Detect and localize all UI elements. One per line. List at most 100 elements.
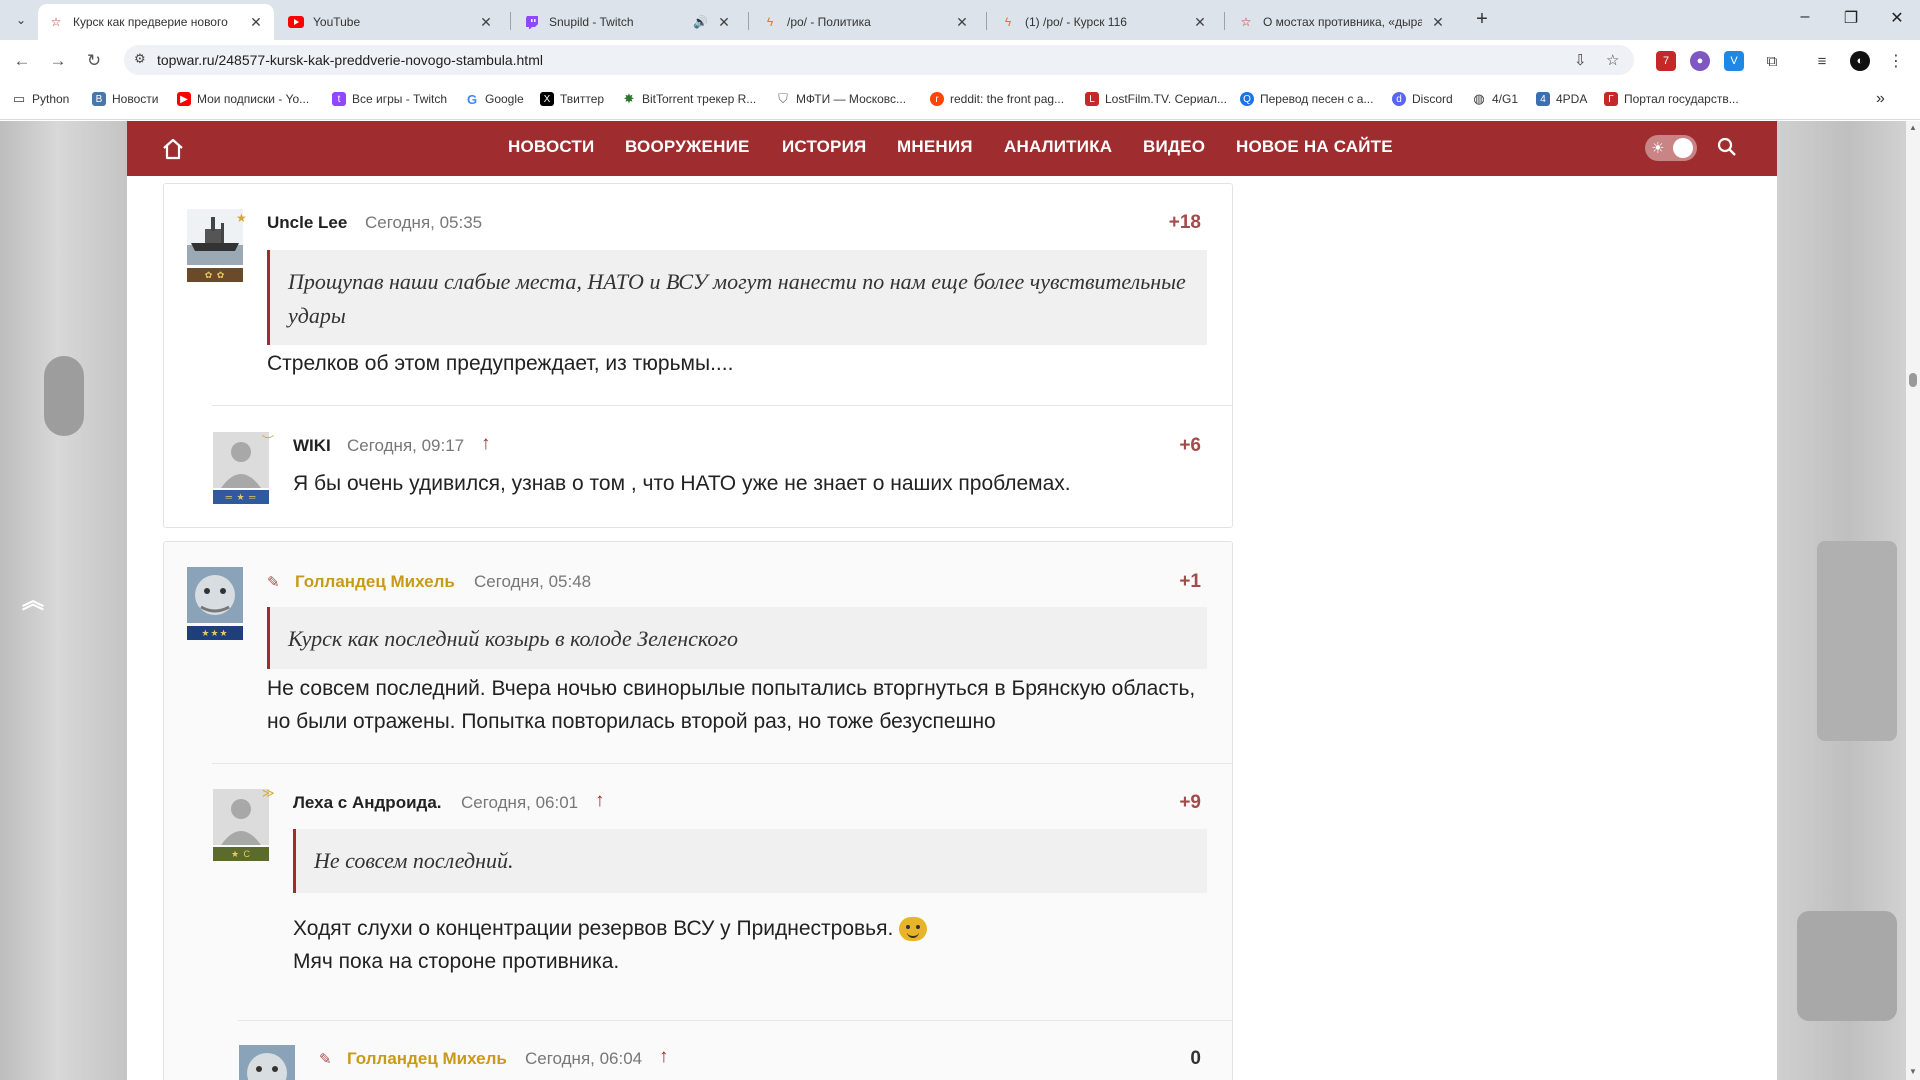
browser-tab-bar: ⌄ ☆ Курск как предверие нового ✕ YouTube… [0,0,1920,40]
tab-po-politics[interactable]: ϟ /po/ - Политика ✕ [752,4,980,40]
ublock-extension-icon[interactable]: 7 [1656,51,1676,71]
tab-bridges[interactable]: ☆ О мостах противника, «дыра ✕ [1228,4,1456,40]
gosuslugi-icon: Г [1604,92,1618,106]
bookmark-twitter[interactable]: X Твиттер [540,92,604,106]
tab-po-kursk[interactable]: ϟ (1) /po/ - Курск 116 ✕ [990,4,1218,40]
parent-link-arrow-icon[interactable]: ↑ [595,790,605,812]
tab-youtube[interactable]: YouTube ✕ [278,4,504,40]
forward-button[interactable]: → [46,49,70,73]
shield-extension-icon[interactable]: V [1724,51,1744,71]
close-window-button[interactable]: ✕ [1874,8,1920,28]
profile-avatar[interactable]: ◐ [1850,51,1870,71]
bookmark-news[interactable]: B Новости [92,92,158,106]
comment-score: +9 [1179,792,1201,813]
bookmark-python[interactable]: ▭ Python [12,91,70,106]
install-app-icon[interactable]: ⇩ [1574,51,1587,69]
minimize-button[interactable]: – [1782,8,1828,26]
site-settings-icon[interactable]: ⚙ [134,51,146,67]
address-bar[interactable]: ⚙ topwar.ru/248577-kursk-kak-preddverie-… [124,45,1634,75]
avatar[interactable] [187,567,243,623]
comment-time[interactable]: Сегодня, 06:04 [525,1049,642,1069]
tab-kursk[interactable]: ☆ Курск как предверие нового ✕ [38,4,274,40]
media-controls-icon[interactable]: ≡ [1812,51,1832,71]
comment-quote: Не совсем последний. [293,829,1207,893]
comment-text-line: Ходят слухи о концентрации резервов ВСУ … [293,917,894,940]
bookmark-discord[interactable]: d Discord [1392,92,1453,106]
tab-twitch[interactable]: Snupild - Twitch 🔊 ✕ [514,4,742,40]
bookmark-mipt[interactable]: ⛉ МФТИ — Московс... [776,91,906,106]
nav-analytics[interactable]: АНАЛИТИКА [1004,137,1112,157]
close-icon[interactable]: ✕ [478,14,494,31]
scroll-to-top-icon[interactable]: ︽ [22,583,44,615]
comment-time[interactable]: Сегодня, 05:35 [365,213,482,233]
bookmark-lyrics[interactable]: Q Перевод песен с а... [1240,92,1373,106]
globe-icon: ◍ [1473,91,1485,106]
avatar[interactable] [239,1045,295,1080]
comment-quote: Прощупав наши слабые места, НАТО и ВСУ м… [267,250,1207,345]
avatar[interactable] [187,209,243,265]
close-icon[interactable]: ✕ [954,14,970,31]
comment-score: +1 [1179,571,1201,592]
parent-link-arrow-icon[interactable]: ↑ [659,1046,669,1068]
comment-time[interactable]: Сегодня, 05:48 [474,572,591,592]
mipt-icon: ⛉ [778,91,788,106]
restore-button[interactable]: ❐ [1828,8,1874,28]
home-icon[interactable] [161,137,185,161]
avatar[interactable] [213,432,269,488]
reload-button[interactable]: ↻ [82,49,106,73]
comment-author[interactable]: WIKI [293,436,331,456]
rank-badge: ★ С [213,847,269,861]
bookmark-youtube-subs[interactable]: ▶ Мои подписки - Yo... [177,92,309,106]
rank-badge: ✿ ✿ [187,268,243,282]
nav-history[interactable]: ИСТОРИЯ [782,137,866,157]
bookmark-rutracker[interactable]: ✸ BitTorrent трекер R... [622,91,757,106]
extension-circle-icon[interactable]: ● [1690,51,1710,71]
close-icon[interactable]: ✕ [1192,14,1208,31]
bookmark-twitch-games[interactable]: t Все игры - Twitch [332,92,447,106]
bookmark-google[interactable]: G Google [465,92,524,107]
bookmark-gosuslugi[interactable]: Г Портал государств... [1604,92,1739,106]
back-button[interactable]: ← [10,49,34,73]
search-icon[interactable] [1717,137,1737,163]
comment-score: 0 [1190,1048,1201,1069]
close-icon[interactable]: ✕ [248,14,264,31]
speaker-icon[interactable]: 🔊 [693,15,708,29]
more-bookmarks-icon[interactable]: » [1876,90,1885,108]
tab-search-button[interactable]: ⌄ [10,9,32,31]
background-right-panel [1777,121,1920,1080]
comment-author[interactable]: Леха с Андроида. [293,793,442,813]
comment-author[interactable]: Голландец Михель [295,572,455,592]
bookmark-reddit[interactable]: r reddit: the front pag... [930,92,1064,106]
nav-video[interactable]: ВИДЕО [1143,137,1205,157]
comment-author[interactable]: Uncle Lee [267,213,347,233]
vk-icon: B [92,92,106,106]
browser-toolbar: ← → ↻ ⚙ topwar.ru/248577-kursk-kak-predd… [0,40,1920,80]
url-text[interactable]: topwar.ru/248577-kursk-kak-preddverie-no… [157,52,543,68]
scroll-up-arrow-icon[interactable]: ▲ [1909,123,1917,132]
bookmark-4pda[interactable]: 4 4PDA [1536,92,1587,106]
extensions-puzzle-icon[interactable]: ⧉ [1762,51,1782,71]
new-tab-button[interactable]: + [1470,8,1494,31]
bookmark-4g1[interactable]: ◍ 4/G1 [1472,91,1518,106]
comment-author[interactable]: Голландец Михель [347,1049,507,1069]
close-icon[interactable]: ✕ [716,14,732,31]
parent-link-arrow-icon[interactable]: ↑ [481,433,491,455]
bookmark-star-icon[interactable]: ☆ [1606,51,1619,69]
nav-weapons[interactable]: ВООРУЖЕНИЕ [625,137,750,157]
comment-time[interactable]: Сегодня, 06:01 [461,793,578,813]
nav-opinions[interactable]: МНЕНИЯ [897,137,973,157]
scroll-down-arrow-icon[interactable]: ▼ [1909,1067,1917,1076]
comment-time[interactable]: Сегодня, 09:17 [347,436,464,456]
theme-toggle[interactable]: ☀ [1645,135,1697,161]
nav-new-on-site[interactable]: НОВОЕ НА САЙТЕ [1236,137,1393,157]
star-icon: ★ [236,211,247,225]
twitch-icon [524,14,540,30]
scrollbar-thumb[interactable] [1909,373,1917,387]
sun-icon: ☀ [1651,140,1665,157]
nav-news[interactable]: НОВОСТИ [508,137,594,157]
menu-icon[interactable]: ⋮ [1886,51,1906,71]
close-icon[interactable]: ✕ [1430,14,1446,31]
page-scrollbar[interactable]: ▲ ▼ [1906,121,1920,1080]
bookmark-lostfilm[interactable]: L LostFilm.TV. Сериал... [1085,92,1227,106]
avatar[interactable] [213,789,269,845]
